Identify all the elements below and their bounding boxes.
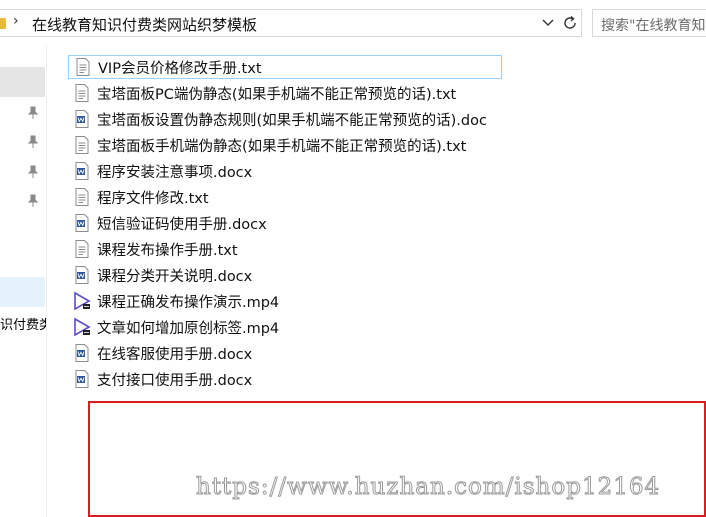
address-history-dropdown[interactable] bbox=[538, 10, 558, 36]
file-name: 支付接口使用手册.docx bbox=[97, 372, 253, 389]
file-name: 程序文件修改.txt bbox=[97, 190, 209, 207]
word-document-icon bbox=[72, 265, 92, 285]
navigation-pane: 识付费类 bbox=[0, 46, 47, 517]
search-input-placeholder[interactable]: 搜索"在线教育知 bbox=[601, 15, 705, 35]
file-name: 宝塔面板手机端伪静态(如果手机端不能正常预览的话).txt bbox=[97, 138, 467, 155]
file-item[interactable]: VIP会员价格修改手册.txt bbox=[68, 55, 502, 79]
file-name: 在线客服使用手册.docx bbox=[97, 346, 253, 363]
refresh-button[interactable] bbox=[560, 10, 580, 36]
file-name: 文章如何增加原创标签.mp4 bbox=[97, 320, 280, 337]
file-item[interactable]: 在线客服使用手册.docx bbox=[70, 341, 252, 365]
file-item[interactable]: 文章如何增加原创标签.mp4 bbox=[70, 315, 279, 339]
word-document-icon bbox=[72, 213, 92, 233]
word-document-icon bbox=[72, 109, 92, 129]
nav-item-label[interactable]: 识付费类 bbox=[0, 314, 46, 333]
video-file-icon bbox=[72, 291, 92, 311]
address-bar[interactable]: › 在线教育知识付费类网站织梦模板 bbox=[0, 9, 582, 37]
file-name: 短信验证码使用手册.docx bbox=[97, 216, 267, 233]
text-file-icon bbox=[73, 57, 93, 77]
file-item[interactable]: 宝塔面板PC端伪静态(如果手机端不能正常预览的话).txt bbox=[70, 81, 456, 105]
file-item[interactable]: 支付接口使用手册.docx bbox=[70, 367, 252, 391]
file-name: 宝塔面板设置伪静态规则(如果手机端不能正常预览的话).doc bbox=[97, 112, 487, 129]
chevron-down-icon bbox=[542, 19, 554, 26]
file-item[interactable]: 课程正确发布操作演示.mp4 bbox=[70, 289, 279, 313]
nav-item-quick-access[interactable] bbox=[0, 67, 45, 97]
file-item[interactable]: 短信验证码使用手册.docx bbox=[70, 211, 267, 235]
title-bar-area: › 在线教育知识付费类网站织梦模板 搜索"在线教育知 bbox=[0, 0, 706, 46]
breadcrumb-current-folder[interactable]: 在线教育知识付费类网站织梦模板 bbox=[32, 14, 257, 35]
breadcrumb-separator[interactable]: › bbox=[13, 13, 19, 29]
file-item[interactable]: 宝塔面板设置伪静态规则(如果手机端不能正常预览的话).doc bbox=[70, 107, 487, 131]
folder-icon bbox=[0, 18, 6, 29]
file-item[interactable]: 程序文件修改.txt bbox=[70, 185, 209, 209]
refresh-icon bbox=[564, 15, 576, 29]
file-item[interactable]: 宝塔面板手机端伪静态(如果手机端不能正常预览的话).txt bbox=[70, 133, 466, 157]
word-document-icon bbox=[72, 369, 92, 389]
text-file-icon bbox=[72, 135, 92, 155]
file-item[interactable]: 课程分类开关说明.docx bbox=[70, 263, 252, 287]
pin-icon[interactable] bbox=[27, 105, 39, 119]
pin-icon[interactable] bbox=[27, 134, 39, 148]
nav-item-current-folder[interactable] bbox=[0, 277, 45, 307]
word-document-icon bbox=[72, 343, 92, 363]
file-name: 课程发布操作手册.txt bbox=[97, 242, 238, 259]
file-name: 课程分类开关说明.docx bbox=[97, 268, 253, 285]
pin-icon[interactable] bbox=[27, 193, 39, 207]
text-file-icon bbox=[72, 239, 92, 259]
pin-icon[interactable] bbox=[27, 164, 39, 178]
word-document-icon bbox=[72, 161, 92, 181]
text-file-icon bbox=[72, 187, 92, 207]
file-item[interactable]: 课程发布操作手册.txt bbox=[70, 237, 238, 261]
watermark-text: https://www.huzhan.com/ishop12164 bbox=[195, 474, 661, 501]
text-file-icon bbox=[72, 83, 92, 103]
file-name: VIP会员价格修改手册.txt bbox=[98, 60, 262, 77]
file-name: 课程正确发布操作演示.mp4 bbox=[97, 294, 280, 311]
video-file-icon bbox=[72, 317, 92, 337]
file-name: 程序安装注意事项.docx bbox=[97, 164, 253, 181]
search-box[interactable]: 搜索"在线教育知 bbox=[592, 9, 706, 37]
file-name: 宝塔面板PC端伪静态(如果手机端不能正常预览的话).txt bbox=[97, 86, 457, 103]
file-item[interactable]: 程序安装注意事项.docx bbox=[70, 159, 252, 183]
